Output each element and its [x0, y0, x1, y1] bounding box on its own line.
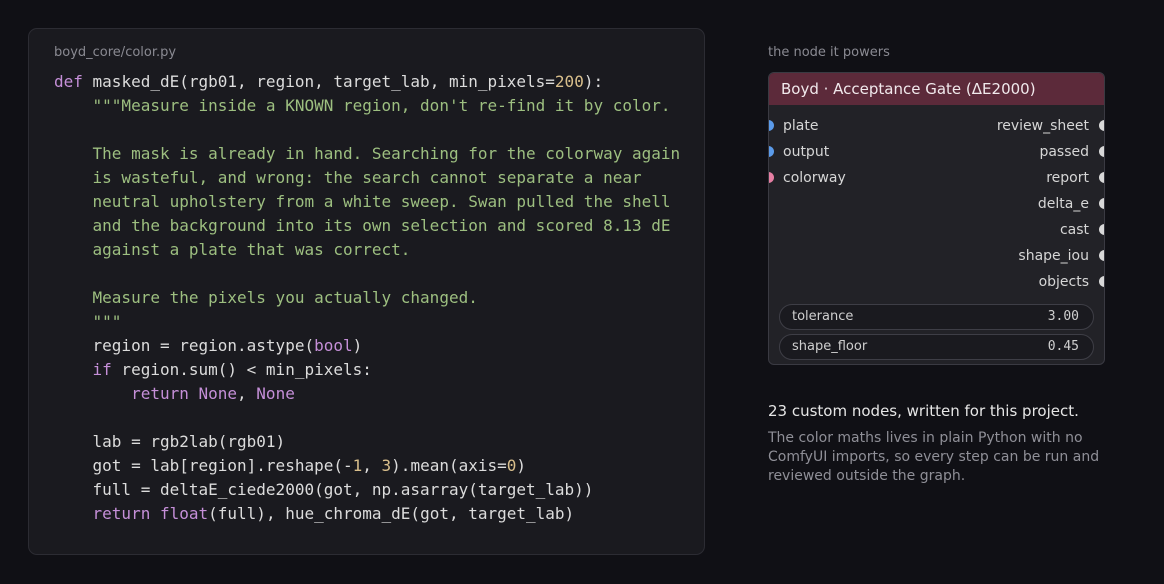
code-token: return	[92, 504, 151, 523]
code-line: lab = rgb2lab(rgb01)	[54, 430, 680, 454]
code-token: 200	[554, 72, 584, 91]
code-token: None	[256, 384, 295, 403]
node-io-row: plate review_sheet	[769, 116, 1104, 136]
node-io-row: objects	[769, 272, 1104, 292]
code-token: bool	[314, 336, 353, 355]
summary-heading: 23 custom nodes, written for this projec…	[768, 402, 1079, 420]
code-body: def masked_dE(rgb01, region, target_lab,…	[54, 70, 680, 526]
output-socket-delta_e[interactable]	[1099, 198, 1104, 209]
code-token: ):	[583, 72, 604, 91]
code-line: region = region.astype(bool)	[54, 334, 680, 358]
code-token: )	[516, 456, 527, 475]
code-token: The mask is already in hand. Searching f…	[54, 144, 681, 163]
code-token: lab = rgb2lab(rgb01)	[54, 432, 286, 451]
input-socket-output[interactable]	[769, 146, 774, 157]
code-token: ).mean(axis=	[391, 456, 507, 475]
output-socket-objects[interactable]	[1099, 276, 1104, 287]
code-line: got = lab[region].reshape(-1, 3).mean(ax…	[54, 454, 680, 478]
code-line: neutral upholstery from a white sweep. S…	[54, 190, 680, 214]
code-token: neutral upholstery from a white sweep. S…	[54, 192, 671, 211]
node-io-row: cast	[769, 220, 1104, 240]
code-line: full = deltaE_ciede2000(got, np.asarray(…	[54, 478, 680, 502]
output-socket-report[interactable]	[1099, 172, 1104, 183]
widget-label: tolerance	[792, 309, 854, 324]
widget-value[interactable]: 3.00	[1048, 305, 1079, 329]
code-line: return None, None	[54, 382, 680, 406]
widget-shape-floor[interactable]: shape_floor 0.45	[779, 334, 1094, 360]
node-title[interactable]: Boyd · Acceptance Gate (ΔE2000)	[769, 73, 1104, 105]
code-token: is wasteful, and wrong: the search canno…	[54, 168, 642, 187]
output-label: cast	[1059, 222, 1089, 238]
output-socket-passed[interactable]	[1099, 146, 1104, 157]
acceptance-gate-node[interactable]: Boyd · Acceptance Gate (ΔE2000) plate rev…	[768, 72, 1105, 365]
node-io-row: delta_e	[769, 194, 1104, 214]
output-label: shape_iou	[1018, 248, 1089, 264]
code-token: )	[352, 336, 363, 355]
code-token: against a plate that was correct.	[54, 240, 411, 259]
code-token: region.sum() < min_pixels:	[111, 360, 372, 379]
code-filename: boyd_core/color.py	[54, 45, 177, 60]
code-token: float	[159, 504, 209, 523]
code-token: return None	[131, 384, 238, 403]
code-line: def masked_dE(rgb01, region, target_lab,…	[54, 70, 680, 94]
output-label: passed	[1039, 144, 1089, 160]
code-token: and the background into its own selectio…	[54, 216, 671, 235]
input-socket-colorway[interactable]	[769, 172, 774, 183]
code-line: """Measure inside a KNOWN region, don't …	[54, 94, 680, 118]
output-label: report	[1046, 170, 1089, 186]
code-line: """	[54, 310, 680, 334]
node-io-row: shape_iou	[769, 246, 1104, 266]
code-line: is wasteful, and wrong: the search canno…	[54, 166, 680, 190]
output-socket-review_sheet[interactable]	[1099, 120, 1104, 131]
code-token: if	[92, 360, 112, 379]
widget-value[interactable]: 0.45	[1048, 335, 1079, 359]
code-token: 1	[352, 456, 363, 475]
code-line: The mask is already in hand. Searching f…	[54, 142, 681, 166]
output-label: objects	[1038, 274, 1089, 290]
code-token: ,	[362, 456, 382, 475]
output-label: review_sheet	[996, 118, 1089, 134]
widget-label: shape_floor	[792, 339, 868, 354]
input-label: output	[783, 144, 830, 160]
code-token: 3	[381, 456, 392, 475]
code-line: and the background into its own selectio…	[54, 214, 680, 238]
output-socket-shape_iou[interactable]	[1099, 250, 1104, 261]
output-socket-cast[interactable]	[1099, 224, 1104, 235]
code-line: against a plate that was correct.	[54, 238, 680, 262]
code-token: full = deltaE_ciede2000(got, np.asarray(…	[54, 480, 594, 499]
code-panel: boyd_core/color.py def masked_dE(rgb01, …	[28, 28, 705, 555]
code-token: 0	[506, 456, 517, 475]
summary-body: The color maths lives in plain Python wi…	[768, 430, 1100, 484]
node-io-row: colorway report	[769, 168, 1104, 188]
code-token: got = lab[region].reshape(-	[54, 456, 353, 475]
input-label: plate	[783, 118, 819, 134]
input-socket-plate[interactable]	[769, 120, 774, 131]
input-label: colorway	[783, 170, 846, 186]
widget-tolerance[interactable]: tolerance 3.00	[779, 304, 1094, 330]
code-token: ,	[237, 384, 257, 403]
code-token: Measure the pixels you actually changed.	[54, 288, 478, 307]
code-line: return float(full), hue_chroma_dE(got, t…	[54, 502, 680, 526]
node-io-row: output passed	[769, 142, 1104, 162]
code-token: """	[54, 312, 122, 331]
node-caption: the node it powers	[768, 45, 890, 60]
code-token: masked_dE(rgb01, region, target_lab, min…	[82, 72, 555, 91]
code-token: """Measure inside a KNOWN region, don't …	[92, 96, 671, 115]
code-line: if region.sum() < min_pixels:	[54, 358, 680, 382]
code-line: Measure the pixels you actually changed.	[54, 286, 680, 310]
output-label: delta_e	[1037, 196, 1089, 212]
code-token: region = region.astype(	[54, 336, 315, 355]
code-token: (full), hue_chroma_dE(got, target_lab)	[208, 504, 575, 523]
code-token: def	[54, 72, 83, 91]
